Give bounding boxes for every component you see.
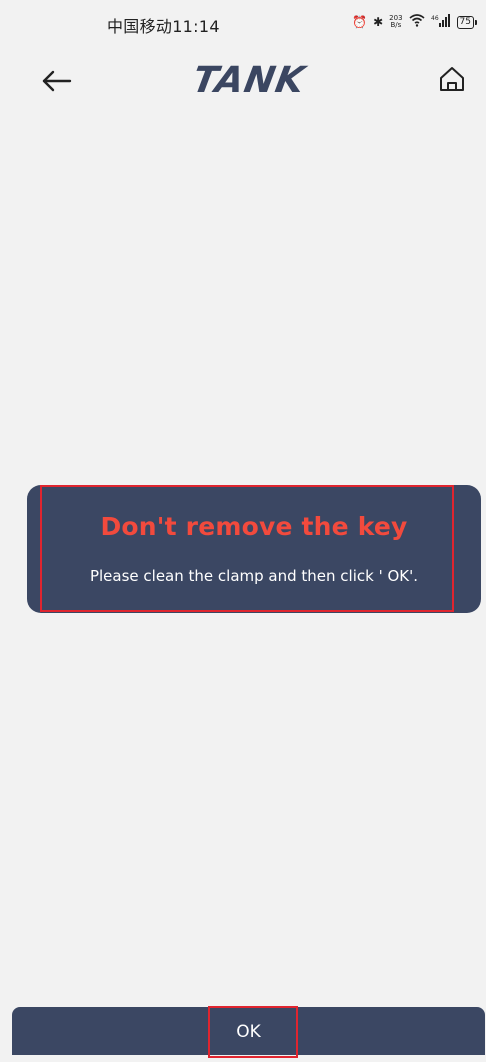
alarm-icon: ⏰	[352, 15, 368, 29]
tank-logo: TANK	[189, 60, 309, 101]
signal-icon: 46	[431, 14, 451, 30]
home-icon[interactable]	[437, 64, 467, 94]
bluetooth-icon: ✱	[373, 15, 384, 29]
status-bar: 中国移动11:14 ⏰ ✱ 203 B/s 46 75	[0, 0, 486, 52]
network-speed: 203 B/s	[389, 15, 402, 29]
battery-indicator: 75	[456, 15, 478, 29]
dialog-highlight-box	[40, 485, 454, 612]
back-arrow-icon[interactable]	[40, 66, 74, 96]
app-header: TANK	[0, 52, 486, 110]
wifi-icon	[409, 14, 425, 30]
status-icons: ⏰ ✱ 203 B/s 46 75	[352, 14, 478, 30]
ok-highlight-box	[208, 1006, 298, 1058]
speed-unit: B/s	[390, 21, 402, 29]
carrier-time: 中国移动11:14	[107, 17, 220, 36]
warning-dialog: Don't remove the key Please clean the cl…	[27, 485, 481, 613]
svg-text:46: 46	[431, 15, 439, 22]
